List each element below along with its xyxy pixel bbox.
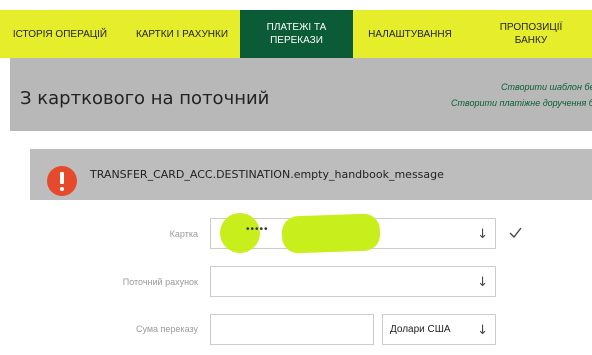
create-template-link[interactable]: Створити шаблон без (501, 82, 592, 92)
alert-message: TRANSFER_CARD_ACC.DESTINATION.empty_hand… (90, 168, 444, 181)
redaction-mark (281, 213, 381, 254)
account-label: Поточний рахунок (122, 277, 198, 287)
chevron-down-icon: ↓ (477, 227, 488, 242)
card-label: Картка (169, 229, 198, 239)
currency-value: Долари США (390, 324, 451, 335)
amount-label: Сума переказу (135, 324, 198, 334)
amount-input[interactable] (210, 314, 374, 345)
check-icon (509, 227, 522, 239)
nav-item-payments[interactable]: ПЛАТЕЖІ ТА ПЕРЕКАЗИ (240, 10, 353, 58)
chevron-down-icon: ↓ (477, 275, 488, 290)
exclamation-icon (47, 166, 77, 196)
card-masked-number: ••••• (246, 224, 269, 235)
chevron-down-icon: ↓ (477, 323, 488, 338)
create-payment-order-link[interactable]: Створити платіжне доручення без (451, 98, 592, 108)
account-select[interactable]: ↓ (210, 266, 496, 297)
top-navigation: ІСТОРІЯ ОПЕРАЦІЙ КАРТКИ І РАХУНКИ ПЛАТЕЖ… (0, 0, 592, 58)
nav-item-settings[interactable]: НАЛАШТУВАННЯ (355, 10, 465, 58)
page-title: З карткового на поточний (20, 88, 270, 109)
nav-item-bank-offers[interactable]: ПРОПОЗИЦІЇ БАНКУ (470, 10, 592, 58)
nav-item-history[interactable]: ІСТОРІЯ ОПЕРАЦІЙ (0, 10, 120, 58)
nav-item-cards-accounts[interactable]: КАРТКИ І РАХУНКИ (126, 10, 238, 58)
